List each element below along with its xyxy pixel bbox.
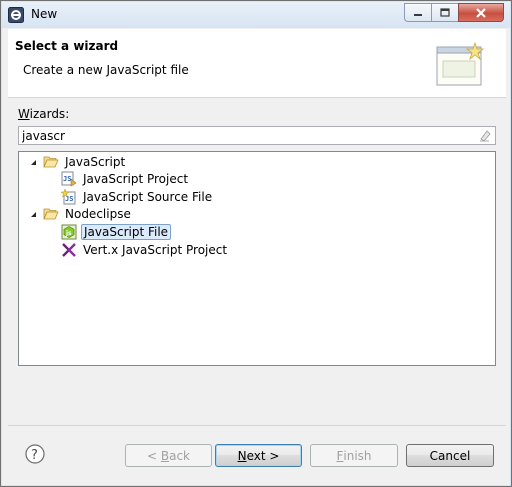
maximize-button[interactable] — [431, 3, 458, 22]
nodeclipse-js-file-icon: js — [61, 224, 77, 240]
next-button-accelerator: N — [237, 448, 247, 463]
tree-item-javascript-project[interactable]: JS JavaScript Project — [61, 170, 190, 188]
wizard-header: Select a wizard Create a new JavaScript … — [8, 29, 506, 98]
tree-item-label: JavaScript File — [81, 224, 172, 240]
next-button[interactable]: Next > — [215, 444, 302, 467]
tree-item-label: JavaScript Project — [83, 172, 189, 186]
new-wizard-banner-icon — [436, 41, 485, 86]
maximize-icon — [440, 8, 450, 17]
back-button-prefix: < — [146, 448, 161, 463]
finish-button[interactable]: Finish — [310, 444, 398, 467]
js-project-icon: JS — [61, 171, 77, 187]
tree-item-label: Vert.x JavaScript Project — [83, 243, 228, 257]
title-bar[interactable]: New — [2, 2, 510, 28]
wizard-filter-field[interactable] — [18, 126, 496, 145]
close-button[interactable] — [458, 3, 504, 22]
eclipse-app-icon — [8, 7, 24, 23]
tree-category-javascript[interactable]: JavaScript — [43, 153, 127, 171]
close-icon — [476, 7, 486, 18]
wizards-label-accelerator: W — [18, 107, 30, 121]
window-controls — [404, 3, 504, 22]
svg-text:?: ? — [31, 448, 38, 463]
wizards-label: Wizards: — [18, 107, 69, 121]
tree-item-vertx-javascript-project[interactable]: Vert.x JavaScript Project — [61, 241, 229, 259]
tree-category-label: Nodeclipse — [65, 207, 131, 221]
finish-button-text: inish — [343, 448, 372, 463]
back-button-accelerator: B — [160, 448, 170, 463]
vertx-icon — [62, 243, 76, 257]
minimize-icon — [414, 13, 422, 16]
window-title: New — [31, 7, 58, 21]
finish-button-accelerator: F — [336, 448, 344, 463]
expanded-arrow-icon[interactable] — [29, 158, 38, 167]
page-description: Create a new JavaScript file — [23, 63, 189, 77]
help-icon[interactable]: ? — [25, 444, 45, 464]
folder-open-icon — [43, 156, 59, 168]
js-source-file-icon: JS — [61, 189, 76, 205]
minimize-button[interactable] — [404, 3, 431, 22]
wizards-label-text: izards: — [29, 107, 70, 121]
back-button[interactable]: < Back — [125, 444, 212, 467]
next-button-text: ext > — [246, 448, 280, 463]
tree-item-label: JavaScript Source File — [83, 190, 213, 204]
back-button-text: ack — [169, 448, 190, 463]
svg-text:js: js — [65, 230, 72, 237]
svg-text:JS: JS — [63, 175, 71, 183]
tree-item-javascript-file[interactable]: js JavaScript File — [61, 223, 172, 241]
folder-open-icon — [43, 208, 59, 220]
page-title: Select a wizard — [15, 39, 119, 53]
new-wizard-dialog: New Select a wizard Create a new JavaScr… — [0, 0, 512, 487]
cancel-button[interactable]: Cancel — [406, 444, 494, 467]
tree-category-label: JavaScript — [65, 155, 126, 169]
button-bar-separator — [8, 425, 506, 426]
wizard-filter-input[interactable] — [19, 127, 469, 144]
wizard-tree[interactable]: JavaScript JS JavaScript Project JS Java… — [18, 151, 496, 366]
expanded-arrow-icon[interactable] — [29, 210, 38, 219]
tree-item-javascript-source-file[interactable]: JS JavaScript Source File — [61, 188, 214, 206]
clear-filter-icon[interactable] — [478, 129, 491, 142]
tree-category-nodeclipse[interactable]: Nodeclipse — [43, 205, 133, 223]
